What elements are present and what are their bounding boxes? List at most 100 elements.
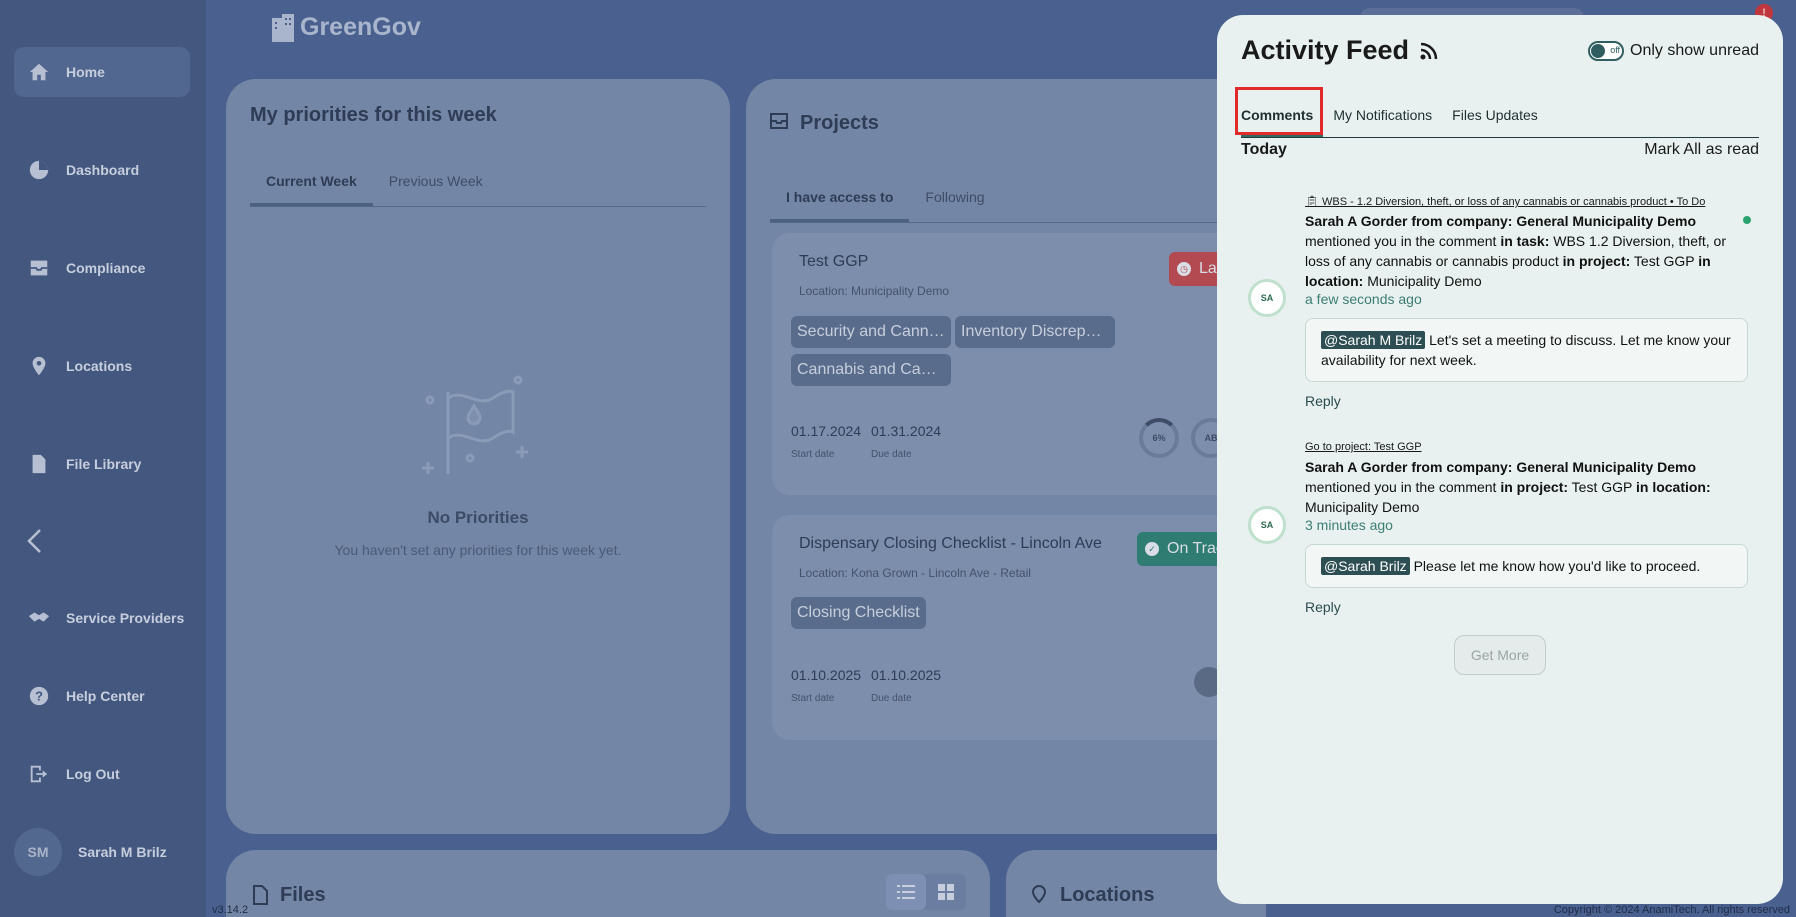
entry-timestamp: 3 minutes ago — [1305, 517, 1393, 533]
sidebar: Home Dashboard Compliance Locations File… — [0, 0, 206, 917]
sidebar-item-label: Service Providers — [66, 610, 185, 626]
tab-previous-week[interactable]: Previous Week — [373, 161, 499, 206]
tag-chip[interactable]: Security and Canna… — [791, 316, 951, 348]
sidebar-item-label: Help Center — [66, 688, 145, 704]
sidebar-item-help-center[interactable]: ? Help Center — [14, 671, 190, 721]
dashboard-icon — [28, 159, 50, 181]
progress-ring: 6% — [1139, 418, 1179, 458]
tab-files-updates[interactable]: Files Updates — [1452, 99, 1548, 137]
file-icon — [253, 885, 268, 905]
sidebar-item-file-library[interactable]: File Library — [14, 439, 190, 489]
logo-text: GreenGov — [300, 12, 421, 41]
unread-toggle[interactable]: off Only show unread — [1588, 41, 1759, 61]
entry-message: Sarah A Gorder from company: General Mun… — [1305, 459, 1711, 515]
copyright: Copyright © 2024 AnamiTech. All rights r… — [1553, 904, 1790, 916]
task-link[interactable]: 📋︎ WBS - 1.2 Diversion, theft, or loss o… — [1305, 195, 1705, 208]
tab-i-have-access[interactable]: I have access to — [770, 177, 910, 222]
feed-title: Activity Feed — [1241, 35, 1439, 66]
collapse-sidebar-button[interactable] — [24, 528, 46, 554]
handshake-icon — [28, 607, 50, 629]
reply-button[interactable]: Reply — [1305, 393, 1341, 409]
empty-subtitle: You haven't set any priorities for this … — [334, 542, 622, 558]
tab-current-week[interactable]: Current Week — [250, 161, 373, 206]
check-icon: ✓ — [1145, 542, 1159, 556]
empty-title: No Priorities — [427, 508, 529, 527]
sidebar-item-label: Log Out — [66, 766, 120, 782]
files-card: Files — [226, 850, 990, 917]
reply-button[interactable]: Reply — [1305, 599, 1341, 615]
sidebar-item-compliance[interactable]: Compliance — [14, 243, 190, 293]
tab-following[interactable]: Following — [909, 177, 1000, 222]
avatar[interactable]: SA — [1248, 279, 1286, 317]
toggle-label: Only show unread — [1630, 42, 1759, 59]
svg-text:?: ? — [35, 689, 43, 704]
project-card-test-ggp[interactable]: Test GGP Location: Municipality Demo ◷ L… — [772, 233, 1252, 495]
priorities-tabs: Current Week Previous Week — [250, 161, 706, 207]
sidebar-item-service-providers[interactable]: Service Providers — [14, 593, 190, 643]
sidebar-item-home[interactable]: Home — [14, 47, 190, 97]
due-date-label: Due date — [871, 693, 912, 704]
highlight-box — [1235, 87, 1323, 135]
chevron-left-icon — [27, 529, 41, 553]
start-date: 01.17.2024 — [791, 423, 862, 439]
app-version: v3.14.2 — [212, 904, 249, 916]
get-more-button[interactable]: Get More — [1454, 635, 1546, 675]
comment-box: @Sarah M Brilz Let's set a meeting to di… — [1305, 318, 1748, 382]
avatar[interactable]: SA — [1248, 506, 1286, 544]
toggle-switch[interactable]: off — [1588, 41, 1625, 61]
sidebar-item-label: Locations — [66, 358, 133, 374]
empty-flag-icon — [422, 375, 528, 474]
mention-tag[interactable]: @Sarah Brilz — [1321, 557, 1410, 575]
due-date: 01.10.2025 — [871, 667, 942, 683]
due-date-label: Due date — [871, 449, 912, 460]
compliance-icon — [28, 257, 50, 279]
due-date: 01.31.2024 — [871, 423, 942, 439]
sidebar-item-label: Home — [66, 64, 105, 80]
list-view-icon[interactable] — [886, 874, 926, 910]
building-icon — [272, 14, 294, 42]
entry-message: Sarah A Gorder from company: General Mun… — [1305, 213, 1726, 289]
app-logo[interactable]: GreenGov — [270, 12, 421, 42]
rss-icon — [1420, 42, 1438, 59]
project-name[interactable]: Test GGP — [799, 253, 868, 271]
logout-icon — [28, 763, 50, 785]
sidebar-item-dashboard[interactable]: Dashboard — [14, 145, 190, 195]
project-location: Location: Municipality Demo — [799, 284, 950, 298]
mention-tag[interactable]: @Sarah M Brilz — [1321, 331, 1426, 349]
sidebar-item-log-out[interactable]: Log Out — [14, 749, 190, 799]
sidebar-item-label: File Library — [66, 456, 142, 472]
comment-box: @Sarah Brilz Please let me know how you'… — [1305, 544, 1748, 588]
locations-title: Locations — [1060, 884, 1155, 906]
project-link[interactable]: Go to project: Test GGP — [1305, 441, 1422, 453]
file-icon — [28, 453, 50, 475]
sidebar-item-label: Dashboard — [66, 162, 140, 178]
start-date-label: Start date — [791, 449, 835, 460]
tag-chip[interactable]: Inventory Discrepa… — [955, 316, 1115, 348]
projects-title: Projects — [800, 112, 879, 134]
sidebar-item-label: Compliance — [66, 260, 146, 276]
projects-icon — [770, 113, 788, 129]
section-today: Today — [1241, 141, 1287, 158]
project-card-dispensary[interactable]: Dispensary Closing Checklist - Lincoln A… — [772, 515, 1252, 740]
tab-my-notifications[interactable]: My Notifications — [1333, 99, 1442, 137]
entry-timestamp: a few seconds ago — [1305, 291, 1422, 307]
avatar[interactable]: SM — [14, 828, 62, 876]
priorities-title: My priorities for this week — [250, 104, 497, 126]
clipboard-icon: 📋︎ — [1305, 196, 1323, 208]
mark-all-read-button[interactable]: Mark All as read — [1644, 141, 1759, 159]
view-toggle[interactable] — [886, 874, 966, 910]
start-date-label: Start date — [791, 693, 835, 704]
location-pin-icon — [1032, 885, 1046, 903]
tag-chip[interactable]: Cannabis and Cann… — [791, 354, 951, 386]
projects-tabs: I have access to Following — [770, 177, 1266, 223]
files-title: Files — [280, 884, 326, 906]
tag-chip[interactable]: Closing Checklist — [791, 597, 926, 629]
start-date: 01.10.2025 — [791, 667, 862, 683]
sidebar-item-locations[interactable]: Locations — [14, 341, 190, 391]
clock-icon: ◷ — [1177, 262, 1191, 276]
user-name[interactable]: Sarah M Brilz — [78, 844, 167, 860]
project-name[interactable]: Dispensary Closing Checklist - Lincoln A… — [799, 535, 1102, 553]
grid-view-icon[interactable] — [926, 874, 966, 910]
home-icon — [28, 61, 50, 83]
activity-feed-panel: Activity Feed off Only show unread Comme… — [1217, 15, 1783, 904]
